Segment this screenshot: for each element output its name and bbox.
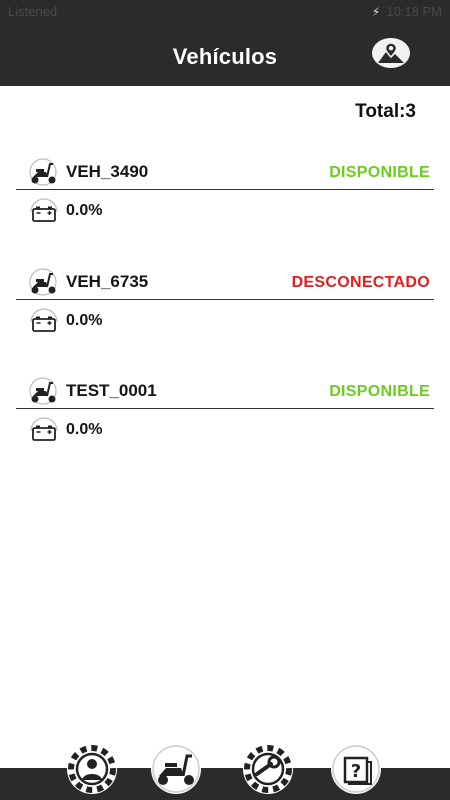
vehicle-status: DISPONIBLE (329, 383, 430, 400)
svg-text:?: ? (351, 761, 361, 782)
total-count: Total:3 (355, 101, 416, 122)
battery-percentage: 0.0% (66, 421, 103, 438)
scooter-icon (29, 158, 57, 186)
app-bar: Vehículos (0, 24, 450, 86)
vehicle-item[interactable]: VEH_3490 DISPONIBLE 0.0% (16, 158, 434, 238)
scooter-icon (152, 745, 200, 793)
battery-icon (30, 198, 58, 222)
vehicle-header-row[interactable]: VEH_3490 DISPONIBLE (16, 158, 434, 190)
scooter-icon (29, 377, 57, 405)
nav-help-button[interactable]: ? (331, 744, 381, 794)
battery-percentage: 0.0% (66, 312, 103, 329)
nav-vehicles-button[interactable] (151, 744, 201, 794)
status-bar: Listened ⚡ 10:18 PM (0, 0, 450, 24)
vehicle-name: TEST_0001 (66, 381, 157, 400)
battery-row: 0.0% (16, 413, 434, 445)
vehicle-item[interactable]: TEST_0001 DISPONIBLE 0.0% (16, 377, 434, 457)
nav-maintenance-button[interactable] (243, 744, 293, 794)
vehicle-status: DESCONECTADO (291, 274, 430, 291)
vehicle-header-row[interactable]: TEST_0001 DISPONIBLE (16, 377, 434, 409)
battery-icon (30, 417, 58, 441)
nav-user-settings-button[interactable] (67, 744, 117, 794)
map-pin-mountains-icon (378, 42, 404, 63)
charging-icon: ⚡ (371, 4, 381, 19)
battery-percentage: 0.0% (66, 202, 103, 219)
map-button[interactable] (372, 38, 410, 68)
carrier-label: Listened (8, 4, 58, 19)
clock-label: 10:18 PM (386, 4, 442, 19)
vehicle-name: VEH_6735 (66, 272, 149, 291)
wrench-gear-icon (244, 745, 292, 793)
vehicle-status: DISPONIBLE (329, 164, 430, 181)
help-question-icon: ? (332, 745, 380, 793)
vehicle-header-row[interactable]: VEH_6735 DESCONECTADO (16, 268, 434, 300)
battery-row: 0.0% (16, 304, 434, 336)
user-gear-icon (68, 745, 116, 793)
status-bar-right: ⚡ 10:18 PM (372, 4, 442, 19)
vehicle-item[interactable]: VEH_6735 DESCONECTADO 0.0% (16, 268, 434, 348)
scooter-icon (29, 268, 57, 296)
vehicle-name: VEH_3490 (66, 162, 149, 181)
battery-row: 0.0% (16, 194, 434, 226)
battery-icon (30, 308, 58, 332)
